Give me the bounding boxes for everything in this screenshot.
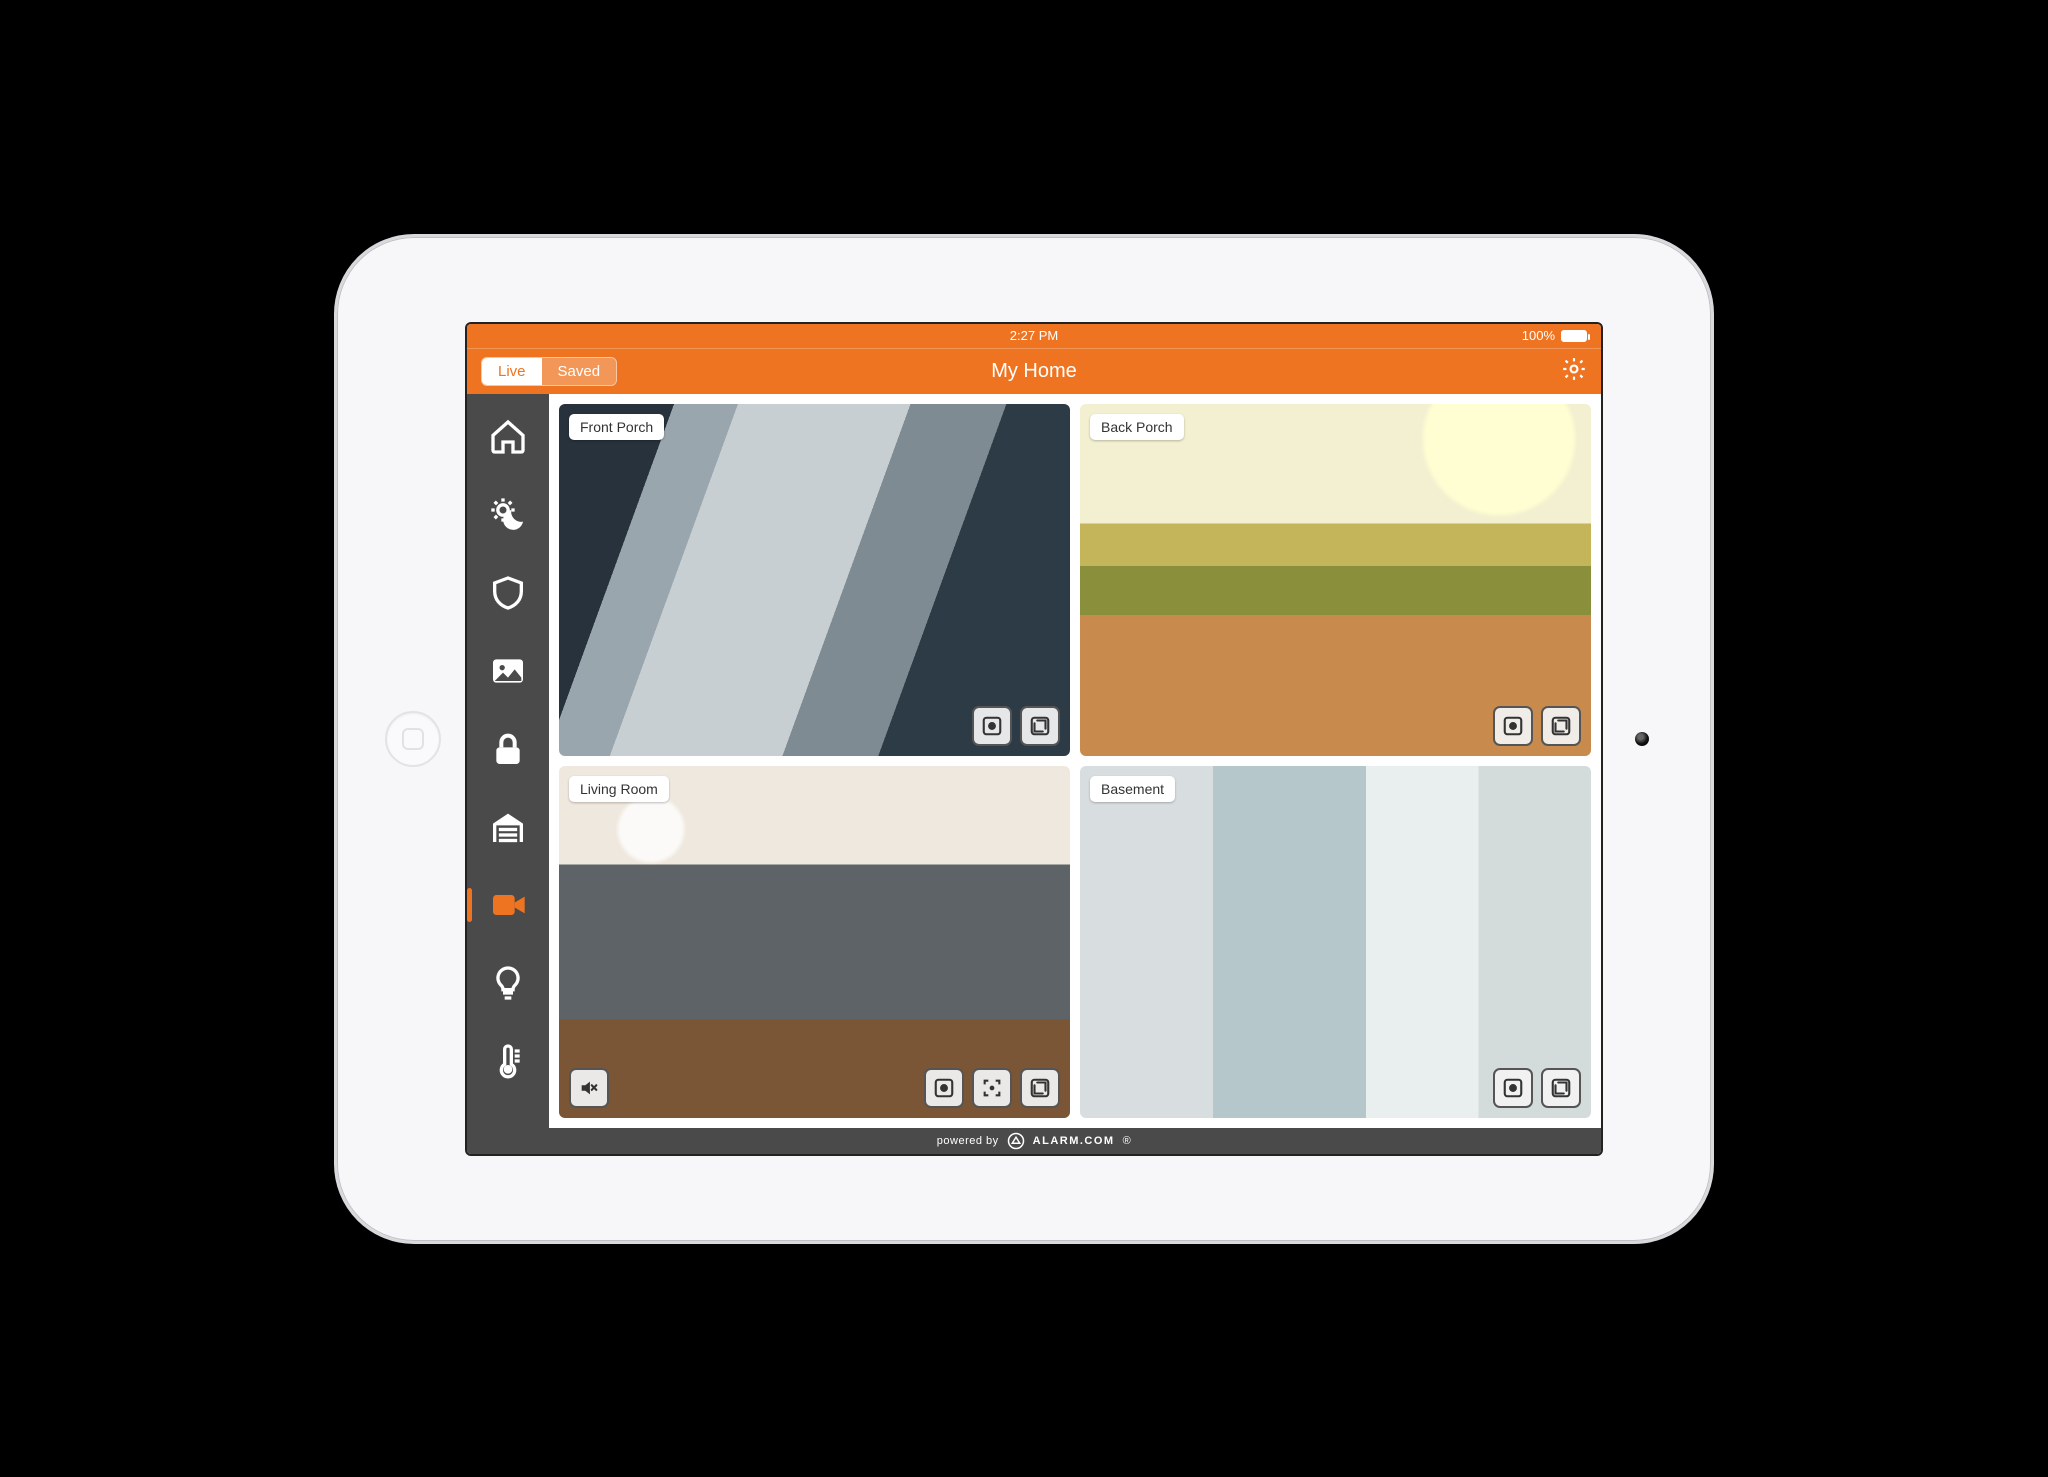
- thermostat-icon: [488, 1041, 528, 1081]
- record-icon: [981, 715, 1003, 737]
- record-icon: [1502, 715, 1524, 737]
- camera-grid: Front Porch Back Porch: [549, 394, 1601, 1128]
- record-button[interactable]: [1493, 706, 1533, 746]
- app-screen: 2:27 PM 100% Live Saved My Home: [467, 324, 1601, 1154]
- camera-controls: [1493, 706, 1581, 746]
- header-bar: Live Saved My Home: [467, 348, 1601, 394]
- sidebar-item-thermostat[interactable]: [485, 1038, 531, 1084]
- content-area: Front Porch Back Porch: [549, 394, 1601, 1128]
- camera-controls: [1493, 1068, 1581, 1108]
- shield-icon: [488, 573, 528, 613]
- alarm-logo-icon: [1007, 1132, 1025, 1150]
- camera-tile-back-porch[interactable]: Back Porch: [1080, 404, 1591, 756]
- record-button[interactable]: [972, 706, 1012, 746]
- expand-button[interactable]: [1541, 706, 1581, 746]
- garage-icon: [488, 807, 528, 847]
- status-bar: 2:27 PM 100%: [467, 324, 1601, 348]
- camera-label: Back Porch: [1090, 414, 1184, 440]
- camera-tile-front-porch[interactable]: Front Porch: [559, 404, 1070, 756]
- sidebar-item-security[interactable]: [485, 570, 531, 616]
- camera-controls: [924, 1068, 1060, 1108]
- tab-saved[interactable]: Saved: [542, 358, 617, 385]
- record-button[interactable]: [1493, 1068, 1533, 1108]
- focus-button[interactable]: [972, 1068, 1012, 1108]
- ipad-front-camera: [1635, 732, 1649, 746]
- record-button[interactable]: [924, 1068, 964, 1108]
- expand-icon: [1550, 715, 1572, 737]
- camera-controls-left: [569, 1068, 609, 1108]
- tab-live[interactable]: Live: [482, 358, 542, 385]
- app-body: Front Porch Back Porch: [467, 394, 1601, 1128]
- camera-controls: [972, 706, 1060, 746]
- video-icon: [488, 885, 528, 925]
- expand-button[interactable]: [1541, 1068, 1581, 1108]
- ipad-frame: 2:27 PM 100% Live Saved My Home: [334, 234, 1714, 1244]
- record-icon: [1502, 1077, 1524, 1099]
- sidebar: [467, 394, 549, 1128]
- footer-brand: ALARM.COM: [1033, 1135, 1115, 1147]
- focus-icon: [981, 1077, 1003, 1099]
- sidebar-item-garage[interactable]: [485, 804, 531, 850]
- footer-bar: powered by ALARM.COM ®: [467, 1128, 1601, 1154]
- camera-tile-basement[interactable]: Basement: [1080, 766, 1591, 1118]
- sidebar-item-video[interactable]: [485, 882, 531, 928]
- record-icon: [933, 1077, 955, 1099]
- camera-tile-living-room[interactable]: Living Room: [559, 766, 1070, 1118]
- image-icon: [488, 651, 528, 691]
- camera-label: Front Porch: [569, 414, 664, 440]
- sun-moon-icon: [488, 495, 528, 535]
- expand-icon: [1029, 1077, 1051, 1099]
- status-time: 2:27 PM: [1010, 328, 1058, 343]
- expand-button[interactable]: [1020, 1068, 1060, 1108]
- sidebar-item-home[interactable]: [485, 414, 531, 460]
- sidebar-item-locks[interactable]: [485, 726, 531, 772]
- settings-button[interactable]: [1561, 356, 1587, 387]
- camera-label: Living Room: [569, 776, 669, 802]
- battery-icon: [1561, 330, 1587, 342]
- sidebar-item-lights[interactable]: [485, 960, 531, 1006]
- mute-button[interactable]: [569, 1068, 609, 1108]
- footer-powered-by: powered by: [937, 1135, 999, 1147]
- expand-icon: [1550, 1077, 1572, 1099]
- expand-button[interactable]: [1020, 706, 1060, 746]
- gear-icon: [1561, 356, 1587, 382]
- home-icon: [488, 417, 528, 457]
- lightbulb-icon: [488, 963, 528, 1003]
- ipad-home-button[interactable]: [385, 711, 441, 767]
- camera-label: Basement: [1090, 776, 1175, 802]
- page-title: My Home: [991, 360, 1077, 383]
- expand-icon: [1029, 715, 1051, 737]
- live-saved-segmented: Live Saved: [481, 357, 617, 386]
- sidebar-item-images[interactable]: [485, 648, 531, 694]
- registered-mark: ®: [1123, 1135, 1132, 1147]
- speaker-muted-icon: [578, 1077, 600, 1099]
- sidebar-item-scenes[interactable]: [485, 492, 531, 538]
- lock-icon: [488, 729, 528, 769]
- status-battery-text: 100%: [1522, 328, 1555, 343]
